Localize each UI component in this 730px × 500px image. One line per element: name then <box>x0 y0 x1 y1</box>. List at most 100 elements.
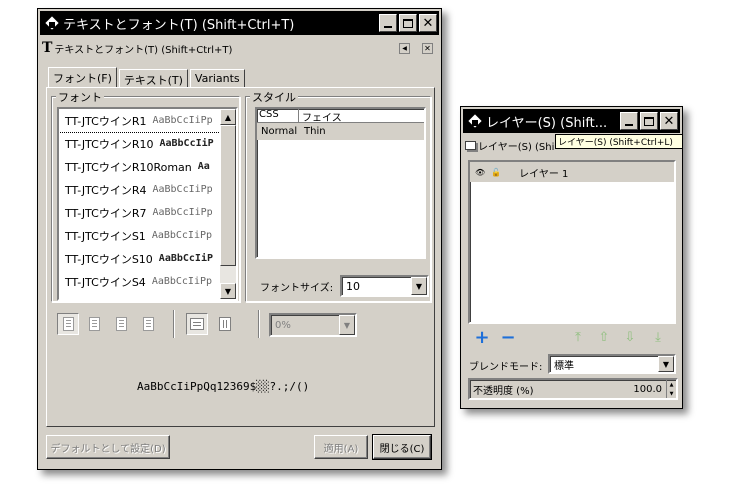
close-icon: ✕ <box>422 15 434 31</box>
apply-label: 適用(A) <box>323 443 359 455</box>
font-list-item[interactable]: TT-JTCウインS4 AaBbCcIiPp <box>59 270 220 293</box>
font-group-label: フォント <box>56 89 104 105</box>
font-list-item[interactable]: TT-JTCウインS10 AaBbCcIiP <box>59 247 220 270</box>
scroll-up-button[interactable]: ▲ <box>220 109 236 125</box>
tab-strip: フォント(F) テキスト(T) Variants <box>48 67 247 87</box>
layers-window-title: レイヤー(S) (Shift... <box>486 115 608 131</box>
maximize-button[interactable] <box>399 14 417 32</box>
font-list[interactable]: TT-JTCウインR1 AaBbCcIiPp TT-JTCウインR10 AaBbCcI… <box>59 109 220 299</box>
opacity-spin[interactable]: 不透明度 (%) 100.0 ▲ ▼ <box>468 378 678 400</box>
font-size-combo[interactable]: 10 ▼ <box>340 275 429 297</box>
window-title: テキストとフォント(T) (Shift+Ctrl+T) <box>63 17 295 33</box>
raise-to-top-button[interactable]: ⤒ <box>569 328 587 346</box>
col-css[interactable]: CSS <box>257 109 299 122</box>
horizontal-text-button[interactable] <box>186 313 208 335</box>
font-preview-sample: AaBbCcIiPp <box>151 276 213 287</box>
lower-to-bottom-button[interactable]: ⤓ <box>649 328 667 346</box>
stepper-up-icon[interactable]: ▲ <box>667 380 676 389</box>
tab-font[interactable]: フォント(F) <box>48 67 117 87</box>
style-face: Thin <box>304 126 326 137</box>
maximize-button[interactable] <box>640 112 658 130</box>
tab-page: フォント TT-JTCウインR1 AaBbCcIiPp TT-JTCウインR10 Aa… <box>46 87 435 427</box>
font-name: TT-JTCウインS4 <box>65 275 146 289</box>
line-spacing-value: 0% <box>275 319 291 331</box>
toolbar-separator-2 <box>258 310 260 338</box>
blend-mode-combo[interactable]: 標準 ▼ <box>548 354 676 374</box>
tab-text-label: テキスト(T) <box>123 74 183 87</box>
close-icon: ✕ <box>424 43 431 53</box>
minimize-icon <box>625 124 633 126</box>
set-default-button[interactable]: デフォルトとして設定(D) <box>46 435 170 459</box>
font-list-item[interactable]: TT-JTCウインR10 AaBbCcIiP <box>59 132 220 155</box>
scroll-thumb[interactable] <box>220 125 236 266</box>
font-size-dropdown-button[interactable]: ▼ <box>411 277 427 295</box>
style-row[interactable]: Normal Thin <box>257 123 424 140</box>
arrow-up-icon: ⇧ <box>598 329 610 345</box>
font-name: TT-JTCウインS1 <box>65 229 146 243</box>
font-preview-sample: AaBbCcIiP <box>158 253 213 264</box>
layers-panel-title: レイヤー(S) (Shi <box>478 141 555 153</box>
panel-close-button[interactable]: ✕ <box>422 42 433 54</box>
minimize-button[interactable] <box>620 112 638 130</box>
opacity-value[interactable]: 100.0 <box>633 384 666 395</box>
font-preview-sample: AaBbCcIiPp <box>152 207 213 218</box>
font-name: TT-JTCウインR10Roman <box>65 160 192 174</box>
font-name: TT-JTCウインR1 <box>65 114 147 128</box>
font-list-item[interactable]: TT-JTCウインR10Roman Aa <box>59 155 220 178</box>
align-right-button[interactable] <box>110 313 132 335</box>
scroll-down-button[interactable]: ▼ <box>220 283 236 299</box>
tab-variants[interactable]: Variants <box>189 69 245 87</box>
font-list-item[interactable]: TT-JTCウインS1 AaBbCcIiPp <box>59 224 220 247</box>
lower-layer-button[interactable]: ⇩ <box>621 328 639 346</box>
lock-icon[interactable]: 🔓 <box>491 168 501 177</box>
close-dialog-label: 閉じる(C) <box>379 443 425 455</box>
layers-window: レイヤー(S) (Shift... ✕ レイヤー(S) (Shi レイヤー(S)… <box>460 106 683 409</box>
blend-mode-dropdown-button[interactable]: ▼ <box>658 356 674 372</box>
font-name: TT-JTCウインR4 <box>65 183 147 197</box>
align-right-icon <box>115 317 127 331</box>
font-list-item[interactable]: TT-JTCウインR7 AaBbCcIiPp <box>59 201 220 224</box>
style-list-frame: CSS フェイス Normal Thin <box>255 107 426 259</box>
arrow-bottom-icon: ⤓ <box>655 329 661 345</box>
line-spacing-combo[interactable]: 0% ▼ <box>269 313 357 337</box>
vertical-text-button[interactable] <box>214 313 236 335</box>
tab-text[interactable]: テキスト(T) <box>118 69 188 87</box>
align-justify-button[interactable] <box>137 313 159 335</box>
arrow-down-icon: ⇩ <box>624 329 636 345</box>
raise-layer-button[interactable]: ⇧ <box>595 328 613 346</box>
remove-layer-button[interactable]: − <box>499 326 517 348</box>
close-icon: ✕ <box>663 113 675 129</box>
app-icon <box>468 114 482 128</box>
close-button[interactable]: ✕ <box>660 112 678 130</box>
align-center-icon <box>88 317 100 331</box>
layers-icon <box>465 140 476 150</box>
align-left-icon <box>62 317 74 331</box>
close-dialog-button[interactable]: 閉じる(C) <box>372 434 432 460</box>
arrow-up-icon: ▲ <box>224 112 232 122</box>
layer-row[interactable]: 👁 🔓 レイヤー 1 <box>470 162 674 182</box>
toolbar-separator <box>173 310 175 338</box>
chevron-down-icon: ▼ <box>415 281 423 291</box>
text-font-titlebar[interactable]: テキストとフォント(T) (Shift+Ctrl+T) ✕ <box>40 11 439 35</box>
font-preview-sample: AaBbCcIiPp <box>152 115 213 126</box>
layers-titlebar[interactable]: レイヤー(S) (Shift... ✕ <box>463 109 680 133</box>
arrow-top-icon: ⤒ <box>575 329 581 345</box>
opacity-stepper[interactable]: ▲ ▼ <box>666 380 676 398</box>
line-spacing-dropdown-button[interactable]: ▼ <box>339 315 355 335</box>
font-list-item[interactable]: TT-JTCウインR1 AaBbCcIiPp <box>59 109 220 133</box>
add-layer-button[interactable]: + <box>473 327 491 348</box>
triangle-left-icon: ◀ <box>402 44 407 52</box>
align-center-button[interactable] <box>83 313 105 335</box>
panel-menu-button[interactable]: ◀ <box>399 42 410 54</box>
apply-button[interactable]: 適用(A) <box>314 435 368 459</box>
minimize-button[interactable] <box>379 14 397 32</box>
stepper-down-icon[interactable]: ▼ <box>667 389 676 398</box>
minus-icon: − <box>500 326 516 348</box>
col-face[interactable]: フェイス <box>299 109 424 124</box>
panel-title: テキストとフォント(T) (Shift+Ctrl+T) <box>54 44 233 56</box>
font-list-scrollbar[interactable]: ▲ ▼ <box>220 109 236 299</box>
eye-icon[interactable]: 👁 <box>475 168 485 177</box>
close-button[interactable]: ✕ <box>419 14 437 32</box>
align-left-button[interactable] <box>57 313 79 335</box>
font-list-item[interactable]: TT-JTCウインR4 AaBbCcIiPp <box>59 178 220 201</box>
